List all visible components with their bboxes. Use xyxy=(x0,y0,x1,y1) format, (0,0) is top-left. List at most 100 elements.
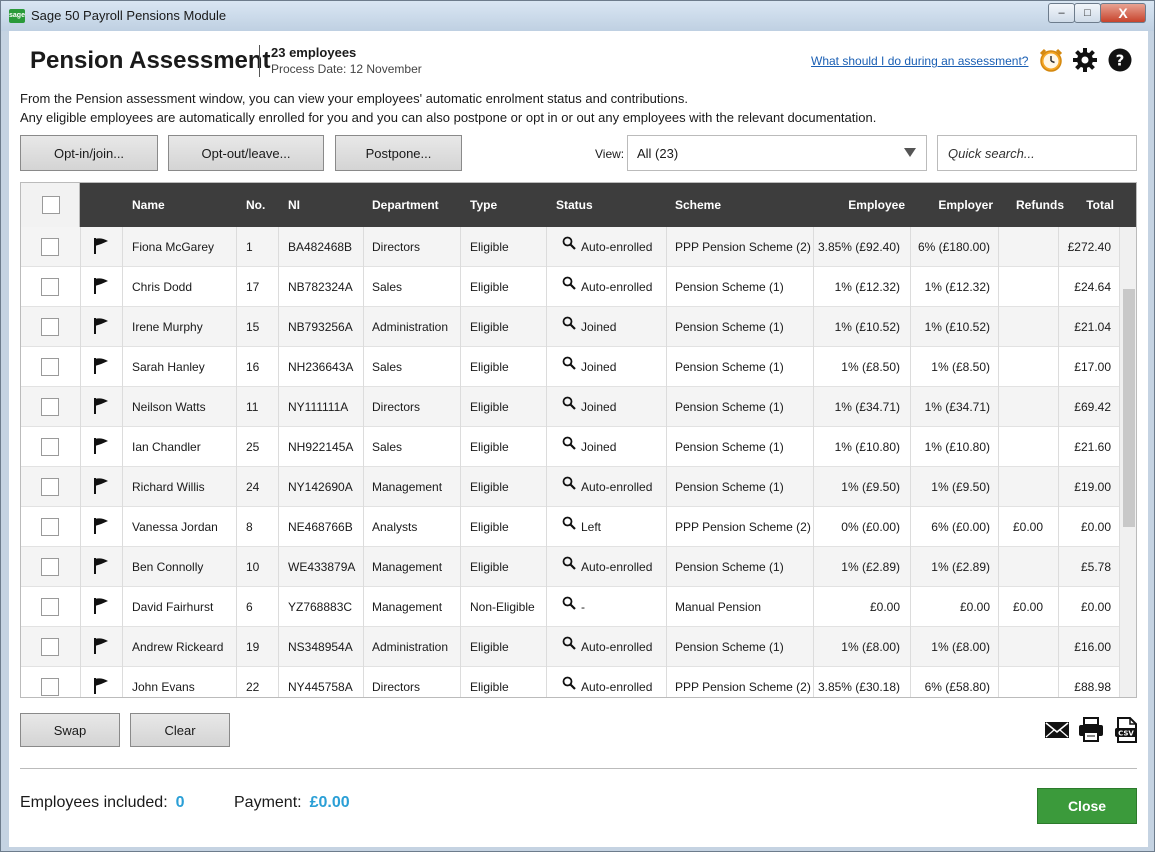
cell-status[interactable]: Joined xyxy=(562,427,616,467)
magnifier-icon[interactable] xyxy=(562,346,576,386)
alarm-clock-icon[interactable] xyxy=(1038,47,1064,73)
cell-status[interactable]: - xyxy=(562,587,585,627)
cell-total: £69.42 xyxy=(1074,400,1111,414)
title-bar[interactable]: sage Sage 50 Payroll Pensions Module – □… xyxy=(1,1,1154,31)
row-checkbox[interactable] xyxy=(41,678,59,696)
table-scrollbar[interactable] xyxy=(1119,227,1136,697)
select-all-cell xyxy=(21,183,80,227)
print-icon[interactable] xyxy=(1077,717,1105,743)
clear-button[interactable]: Clear xyxy=(130,713,230,747)
flag-icon[interactable] xyxy=(92,437,110,455)
column-header-type[interactable]: Type xyxy=(470,183,497,227)
row-checkbox[interactable] xyxy=(41,598,59,616)
row-checkbox[interactable] xyxy=(41,398,59,416)
cell-status[interactable]: Joined xyxy=(562,347,616,387)
magnifier-icon[interactable] xyxy=(562,546,576,586)
flag-icon[interactable] xyxy=(92,317,110,335)
email-icon[interactable] xyxy=(1043,717,1071,743)
table-row[interactable]: Richard Willis 24 NY142690A Management Eligi… xyxy=(21,467,1119,507)
swap-button[interactable]: Swap xyxy=(20,713,120,747)
table-row[interactable]: Andrew Rickeard 19 NS348954A Administration… xyxy=(21,627,1119,667)
cell-status[interactable]: Auto-enrolled xyxy=(562,467,652,507)
table-row[interactable]: Sarah Hanley 16 NH236643A Sales Eligible Pens… xyxy=(21,347,1119,387)
cell-status[interactable]: Auto-enrolled xyxy=(562,547,652,587)
help-icon[interactable]: ? xyxy=(1107,47,1133,73)
table-row[interactable]: Ben Connolly 10 WE433879A Management Eligibl… xyxy=(21,547,1119,587)
table-row[interactable]: Ian Chandler 25 NH922145A Sales Eligible Pens… xyxy=(21,427,1119,467)
table-row[interactable]: Neilson Watts 11 NY111111A Directors Eligibl… xyxy=(21,387,1119,427)
row-checkbox[interactable] xyxy=(41,278,59,296)
opt-out-button[interactable]: Opt-out/leave... xyxy=(168,135,324,171)
magnifier-icon[interactable] xyxy=(562,506,576,546)
column-header-total[interactable]: Total xyxy=(1058,183,1114,227)
column-divider xyxy=(236,227,237,697)
column-header-employer[interactable]: Employer xyxy=(910,183,993,227)
cell-status[interactable]: Auto-enrolled xyxy=(562,267,652,307)
row-checkbox[interactable] xyxy=(41,638,59,656)
cell-status[interactable]: Joined xyxy=(562,307,616,347)
column-header-ni[interactable]: NI xyxy=(288,183,300,227)
select-all-checkbox[interactable] xyxy=(42,196,60,214)
table-row[interactable]: David Fairhurst 6 YZ768883C Management Non-E… xyxy=(21,587,1119,627)
magnifier-icon[interactable] xyxy=(562,426,576,466)
flag-icon[interactable] xyxy=(92,677,110,695)
cell-department: Management xyxy=(372,600,443,614)
magnifier-icon[interactable] xyxy=(562,626,576,666)
magnifier-icon[interactable] xyxy=(562,266,576,306)
column-header-no[interactable]: No. xyxy=(246,183,265,227)
row-checkbox[interactable] xyxy=(41,318,59,336)
magnifier-icon[interactable] xyxy=(562,386,576,426)
column-header-department[interactable]: Department xyxy=(372,183,439,227)
magnifier-icon[interactable] xyxy=(562,226,576,266)
flag-icon[interactable] xyxy=(92,477,110,495)
table-row[interactable]: John Evans 22 NY445758A Directors Eligible PP… xyxy=(21,666,1119,697)
row-checkbox[interactable] xyxy=(41,238,59,256)
quick-search-input[interactable]: Quick search... xyxy=(937,135,1137,171)
cell-no: 22 xyxy=(246,680,260,694)
flag-icon[interactable] xyxy=(92,637,110,655)
column-header-employee[interactable]: Employee xyxy=(813,183,905,227)
cell-status[interactable]: Auto-enrolled xyxy=(562,227,652,267)
table-row[interactable]: Irene Murphy 15 NB793256A Administration Eli… xyxy=(21,307,1119,347)
row-checkbox[interactable] xyxy=(41,438,59,456)
row-checkbox[interactable] xyxy=(41,478,59,496)
table-row[interactable]: Chris Dodd 17 NB782324A Sales Eligible Pensio… xyxy=(21,267,1119,307)
magnifier-icon[interactable] xyxy=(562,466,576,506)
flag-icon[interactable] xyxy=(92,557,110,575)
flag-icon[interactable] xyxy=(92,277,110,295)
gear-icon[interactable] xyxy=(1072,47,1098,73)
view-dropdown[interactable]: All (23) xyxy=(627,135,927,171)
magnifier-icon[interactable] xyxy=(562,306,576,346)
column-header-scheme[interactable]: Scheme xyxy=(675,183,721,227)
row-checkbox[interactable] xyxy=(41,558,59,576)
assessment-help-link[interactable]: What should I do during an assessment? xyxy=(811,54,1028,68)
cell-ni: NY111111A xyxy=(288,400,349,414)
column-header-status[interactable]: Status xyxy=(556,183,593,227)
minimize-button[interactable]: – xyxy=(1048,3,1075,23)
column-header-name[interactable]: Name xyxy=(132,183,165,227)
row-checkbox[interactable] xyxy=(41,358,59,376)
scrollbar-thumb[interactable] xyxy=(1123,289,1135,527)
flag-icon[interactable] xyxy=(92,357,110,375)
close-button[interactable]: Close xyxy=(1037,788,1137,824)
opt-in-button[interactable]: Opt-in/join... xyxy=(20,135,158,171)
magnifier-icon[interactable] xyxy=(562,586,576,626)
maximize-button[interactable]: □ xyxy=(1074,3,1101,23)
svg-text:?: ? xyxy=(1116,52,1125,70)
close-window-button[interactable]: X xyxy=(1100,3,1146,23)
cell-status[interactable]: Auto-enrolled xyxy=(562,666,652,697)
table-row[interactable]: Fiona McGarey 1 BA482468B Directors Eligible… xyxy=(21,227,1119,267)
pension-assessment-panel: Pension Assessment 23 employees Process … xyxy=(9,31,1148,847)
flag-icon[interactable] xyxy=(92,517,110,535)
magnifier-icon[interactable] xyxy=(562,666,576,697)
cell-status[interactable]: Joined xyxy=(562,387,616,427)
cell-status[interactable]: Auto-enrolled xyxy=(562,627,652,667)
cell-status[interactable]: Left xyxy=(562,507,601,547)
csv-icon[interactable]: CSV xyxy=(1112,717,1140,743)
flag-icon[interactable] xyxy=(92,597,110,615)
row-checkbox[interactable] xyxy=(41,518,59,536)
postpone-button[interactable]: Postpone... xyxy=(335,135,462,171)
flag-icon[interactable] xyxy=(92,237,110,255)
flag-icon[interactable] xyxy=(92,397,110,415)
table-row[interactable]: Vanessa Jordan 8 NE468766B Analysts Eligible… xyxy=(21,507,1119,547)
